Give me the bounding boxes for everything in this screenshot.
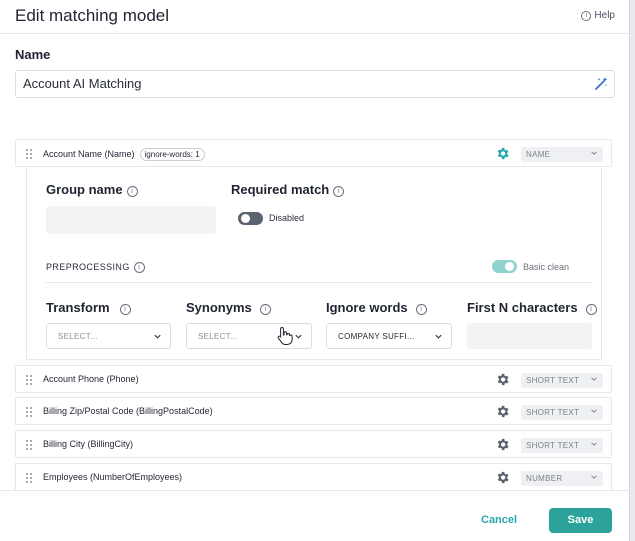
field-row-employees[interactable]: Employees (NumberOfEmployees) NUMBER <box>15 463 612 491</box>
name-label: Name <box>15 47 51 62</box>
chevron-down-icon <box>591 151 597 155</box>
field-row-label: Employees (NumberOfEmployees) <box>43 472 183 482</box>
chevron-down-icon <box>154 334 161 339</box>
info-icon: i <box>126 186 138 197</box>
chevron-down-icon <box>295 334 302 339</box>
help-label: Help <box>594 10 615 21</box>
hand-cursor-icon <box>277 326 293 345</box>
field-row-label: Billing City (BillingCity) <box>43 439 134 449</box>
field-type-select[interactable]: NAME <box>521 147 603 162</box>
transform-label: Transform i <box>46 300 131 315</box>
field-row-billing-city[interactable]: Billing City (BillingCity) SHORT TEXT <box>15 430 612 458</box>
group-name-input[interactable] <box>46 206 216 234</box>
transform-select[interactable]: SELECT... <box>46 323 171 349</box>
synonyms-label: Synonyms i <box>186 300 271 315</box>
help-link[interactable]: i Help <box>581 10 615 21</box>
magic-wand-icon[interactable] <box>593 76 609 92</box>
ignore-words-badge: ignore-words: 1 <box>139 148 205 161</box>
info-icon: i <box>415 304 427 315</box>
required-match-toggle[interactable] <box>238 212 263 225</box>
divider <box>46 282 592 283</box>
required-match-label: Required match i <box>231 182 345 197</box>
ignore-words-select[interactable]: COMPANY SUFFI... <box>326 323 452 349</box>
gear-icon[interactable] <box>495 437 510 452</box>
chevron-down-icon <box>591 409 597 413</box>
info-icon: i <box>119 304 131 315</box>
info-icon: i <box>133 262 145 273</box>
dialog-footer: Cancel Save <box>0 490 635 541</box>
gear-icon[interactable] <box>495 146 510 161</box>
gear-icon[interactable] <box>495 404 510 419</box>
chevron-down-icon <box>591 475 597 479</box>
gear-icon[interactable] <box>495 470 510 485</box>
info-icon: i <box>259 304 271 315</box>
field-type-select[interactable]: SHORT TEXT <box>521 438 603 453</box>
drag-handle-icon[interactable] <box>26 149 33 159</box>
cancel-button[interactable]: Cancel <box>481 514 517 526</box>
window-edge <box>629 0 635 541</box>
field-row-account-name[interactable]: Account Name (Name) ignore-words: 1 NAME <box>15 139 612 167</box>
field-row-account-phone[interactable]: Account Phone (Phone) SHORT TEXT <box>15 365 612 393</box>
basic-clean-toggle[interactable] <box>492 260 517 273</box>
chevron-down-icon <box>435 334 442 339</box>
drag-handle-icon[interactable] <box>26 407 33 417</box>
first-n-input[interactable] <box>467 323 592 349</box>
field-row-label: Account Phone (Phone) <box>43 374 139 384</box>
field-row-billing-zip[interactable]: Billing Zip/Postal Code (BillingPostalCo… <box>15 397 612 425</box>
field-row-label: Billing Zip/Postal Code (BillingPostalCo… <box>43 406 213 416</box>
basic-clean-label: Basic clean <box>523 262 570 272</box>
group-name-label: Group name i <box>46 182 138 197</box>
save-button[interactable]: Save <box>549 508 612 533</box>
info-icon: i <box>333 186 345 197</box>
drag-handle-icon[interactable] <box>26 440 33 450</box>
drag-handle-icon[interactable] <box>26 375 33 385</box>
dialog-title: Edit matching model <box>15 6 170 25</box>
field-row-label: Account Name (Name) ignore-words: 1 <box>43 148 205 161</box>
field-type-select[interactable]: SHORT TEXT <box>521 373 603 388</box>
preprocessing-label: PREPROCESSING i <box>46 262 145 273</box>
ignore-words-label: Ignore words i <box>326 300 427 315</box>
chevron-down-icon <box>591 377 597 381</box>
gear-icon[interactable] <box>495 372 510 387</box>
required-match-state: Disabled <box>269 213 305 223</box>
name-input[interactable]: Account AI Matching <box>15 70 615 98</box>
info-icon: i <box>585 304 597 315</box>
first-n-label: First N characters i <box>467 300 597 315</box>
chevron-down-icon <box>591 442 597 446</box>
dialog-header: Edit matching model i Help <box>0 0 635 34</box>
field-type-select[interactable]: NUMBER <box>521 471 603 486</box>
info-icon: i <box>581 10 592 21</box>
field-type-select[interactable]: SHORT TEXT <box>521 405 603 420</box>
drag-handle-icon[interactable] <box>26 473 33 483</box>
synonyms-select[interactable]: SELECT... <box>186 323 312 349</box>
